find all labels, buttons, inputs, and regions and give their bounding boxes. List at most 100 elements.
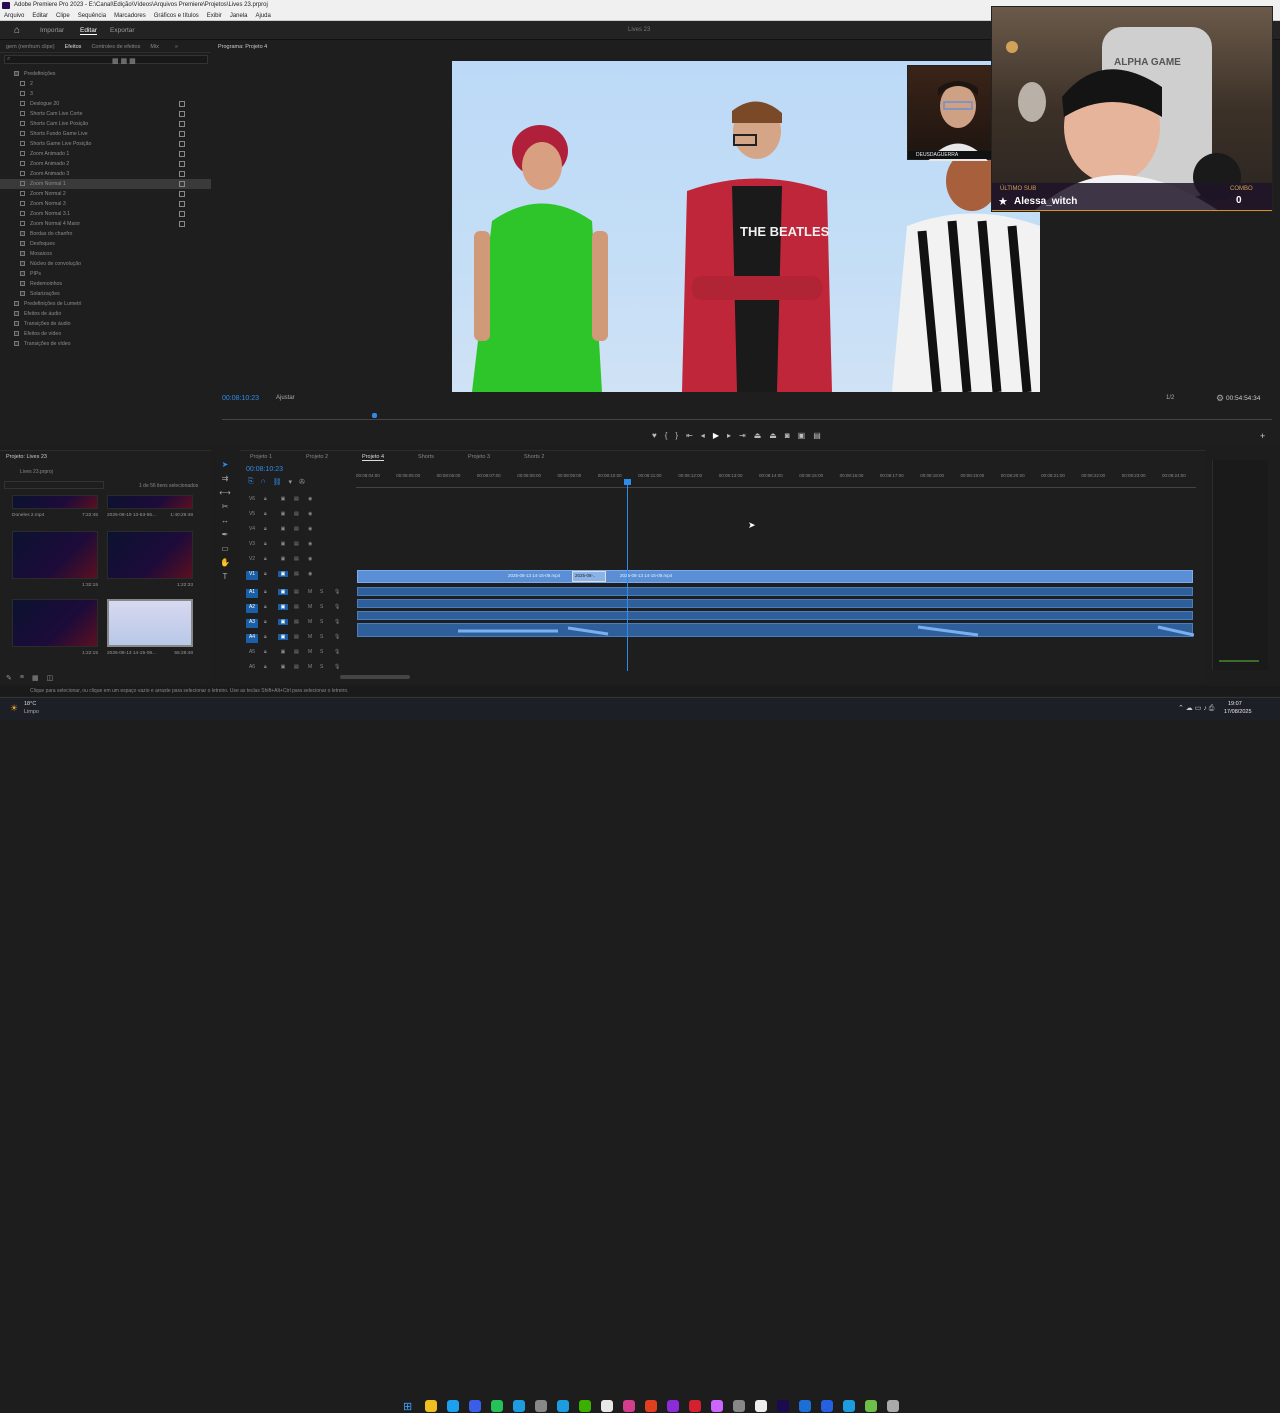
timeline-tab[interactable]: Projeto 3: [468, 454, 490, 461]
timeline-tab[interactable]: Projeto 1: [250, 454, 272, 461]
xbox-icon[interactable]: [579, 1400, 591, 1412]
project-thumbnail[interactable]: [107, 599, 193, 647]
track-label[interactable]: A1: [246, 589, 258, 598]
v1-clip-track[interactable]: 2025-08-13 14-15-09.mp4 2025-08-.. 2025-…: [357, 570, 1193, 583]
lock-icon[interactable]: 🔒︎: [264, 571, 267, 577]
project-panel-title[interactable]: Projeto: Lives 23: [6, 454, 47, 460]
mute-button[interactable]: M: [308, 649, 312, 655]
timeline-tab[interactable]: Projeto 2: [306, 454, 328, 461]
video-track-header[interactable]: V3 🔒︎ ▣ ▤ ◉: [244, 539, 354, 551]
sync-icon[interactable]: ▤: [294, 556, 299, 562]
pencil-icon[interactable]: ✎: [6, 674, 12, 682]
preset-item[interactable]: Zoom Animado 3: [0, 169, 211, 179]
timeline-ruler[interactable]: 00:08:04:00 00:08:05:00 00:08:06:00 00:08:0…: [356, 471, 1196, 487]
eye-icon[interactable]: ◉: [308, 511, 312, 517]
mic-icon[interactable]: 🎙︎: [334, 619, 340, 625]
track-label[interactable]: V2: [246, 556, 258, 565]
tab-import[interactable]: Importar: [40, 27, 64, 34]
sync-icon[interactable]: ▤: [294, 589, 299, 595]
mark-out-icon[interactable]: }: [675, 431, 678, 440]
eye-icon[interactable]: ◉: [308, 556, 312, 562]
preset-item[interactable]: Shorts Cam Live Posição: [0, 119, 211, 129]
mic-icon[interactable]: 🎙︎: [334, 664, 340, 670]
clip-selected[interactable]: 2025-08-..: [572, 571, 606, 582]
menu-item[interactable]: Janela: [230, 11, 248, 20]
mic-icon[interactable]: 🎙︎: [334, 589, 340, 595]
tray-icons[interactable]: ⌃ ☁ ▭ ♪ ⎙: [1178, 704, 1214, 713]
sync-icon[interactable]: ▤: [294, 496, 299, 502]
preset-item[interactable]: Shorts Game Live Posição: [0, 139, 211, 149]
steam-icon[interactable]: [733, 1400, 745, 1412]
mark-in-icon[interactable]: {: [665, 431, 668, 440]
mic-icon[interactable]: 🎙︎: [334, 634, 340, 640]
mail-icon[interactable]: [843, 1400, 855, 1412]
track-label[interactable]: V6: [246, 496, 258, 505]
ripple-edit-tool-icon[interactable]: ⟷: [219, 488, 230, 497]
audio-track-header[interactable]: A6 🔒︎ ▣ ▤ M S 🎙︎: [244, 662, 354, 674]
eye-icon[interactable]: ◉: [308, 496, 312, 502]
solo-button[interactable]: S: [320, 634, 323, 640]
project-thumbnail[interactable]: [107, 495, 193, 509]
effect-folder[interactable]: Desfoques: [0, 239, 211, 249]
track-target-icon[interactable]: ▣: [278, 604, 288, 610]
lock-icon[interactable]: 🔒︎: [264, 634, 267, 640]
mute-button[interactable]: M: [308, 619, 312, 625]
preset-item[interactable]: Zoom Normal 3: [0, 199, 211, 209]
audio-clip[interactable]: [357, 599, 1193, 608]
lock-icon[interactable]: 🔒︎: [264, 619, 267, 625]
gear-taskbar-icon[interactable]: [887, 1400, 899, 1412]
tab-effect-controls[interactable]: Controles de efeitos: [91, 41, 140, 52]
audio-track-header[interactable]: A5 🔒︎ ▣ ▤ M S 🎙︎: [244, 647, 354, 659]
vr-icon[interactable]: ▤: [813, 431, 821, 440]
clock-time[interactable]: 19:07: [1228, 701, 1242, 707]
video-frame[interactable]: THE BEATLES DEUSDAGUERRA: [452, 61, 1040, 392]
mute-button[interactable]: M: [308, 604, 312, 610]
audio-tracks-area[interactable]: [357, 587, 1195, 643]
tab-program[interactable]: Programa: Projeto 4: [218, 41, 267, 53]
lock-icon[interactable]: 🔒︎: [264, 511, 267, 517]
preset-item[interactable]: 2: [0, 79, 211, 89]
effect-root-folder[interactable]: Transições de áudio: [0, 319, 211, 329]
weather-desc[interactable]: Limpo: [24, 709, 39, 715]
sync-icon[interactable]: ▤: [294, 604, 299, 610]
effect-folder[interactable]: Mosaicos: [0, 249, 211, 259]
sync-icon[interactable]: ▤: [294, 571, 299, 577]
telegram-icon[interactable]: [513, 1400, 525, 1412]
settings-wrench-icon[interactable]: ✇: [299, 478, 305, 486]
track-target-icon[interactable]: ▣: [278, 634, 288, 640]
track-label[interactable]: A3: [246, 619, 258, 628]
clock-date[interactable]: 17/08/2025: [1224, 709, 1252, 715]
add-marker-icon[interactable]: ▾: [289, 478, 293, 486]
effect-folder[interactable]: Redemoinhos: [0, 279, 211, 289]
track-label[interactable]: A5: [246, 649, 258, 658]
file-explorer-icon[interactable]: [425, 1400, 437, 1412]
playhead-head[interactable]: [624, 479, 631, 485]
menu-item[interactable]: Exibir: [207, 11, 222, 20]
preset-item[interactable]: Shorts Cam Live Corte: [0, 109, 211, 119]
hand-tool-icon[interactable]: ✋: [220, 558, 230, 567]
slip-tool-icon[interactable]: ↔: [221, 516, 229, 525]
tab-export[interactable]: Exportar: [110, 27, 135, 34]
mic-icon[interactable]: 🎙︎: [334, 604, 340, 610]
preset-item[interactable]: Zoom Normal 2: [0, 189, 211, 199]
lock-icon[interactable]: 🔒︎: [264, 526, 267, 532]
project-item-label[interactable]: 2025-08-19 13-53-55... 1:40:29:48: [107, 513, 193, 518]
preset-item[interactable]: 3: [0, 89, 211, 99]
timeline-timecode[interactable]: 00:08:10:23: [246, 466, 283, 473]
wrench-icon[interactable]: ⚙: [1216, 393, 1224, 404]
track-label[interactable]: A2: [246, 604, 258, 613]
preset-item[interactable]: Zoom Animado 1: [0, 149, 211, 159]
audio-track-header[interactable]: A4 🔒︎ ▣ ▤ M S 🎙︎: [244, 632, 354, 644]
track-label[interactable]: V5: [246, 511, 258, 520]
sync-icon[interactable]: ▤: [294, 649, 299, 655]
nest-icon[interactable]: ⎘: [248, 478, 254, 486]
preset-item[interactable]: Zoom Normal 1: [0, 179, 211, 189]
mute-button[interactable]: M: [308, 589, 312, 595]
menu-item[interactable]: Sequência: [78, 11, 106, 20]
razor-tool-icon[interactable]: ✂: [222, 502, 229, 511]
effect-folder[interactable]: PIPs: [0, 269, 211, 279]
lock-icon[interactable]: 🔒︎: [264, 589, 267, 595]
audio-track-header[interactable]: A2 🔒︎ ▣ ▤ M S 🎙︎: [244, 602, 354, 614]
solo-button[interactable]: S: [320, 664, 323, 670]
lock-icon[interactable]: 🔒︎: [264, 541, 267, 547]
